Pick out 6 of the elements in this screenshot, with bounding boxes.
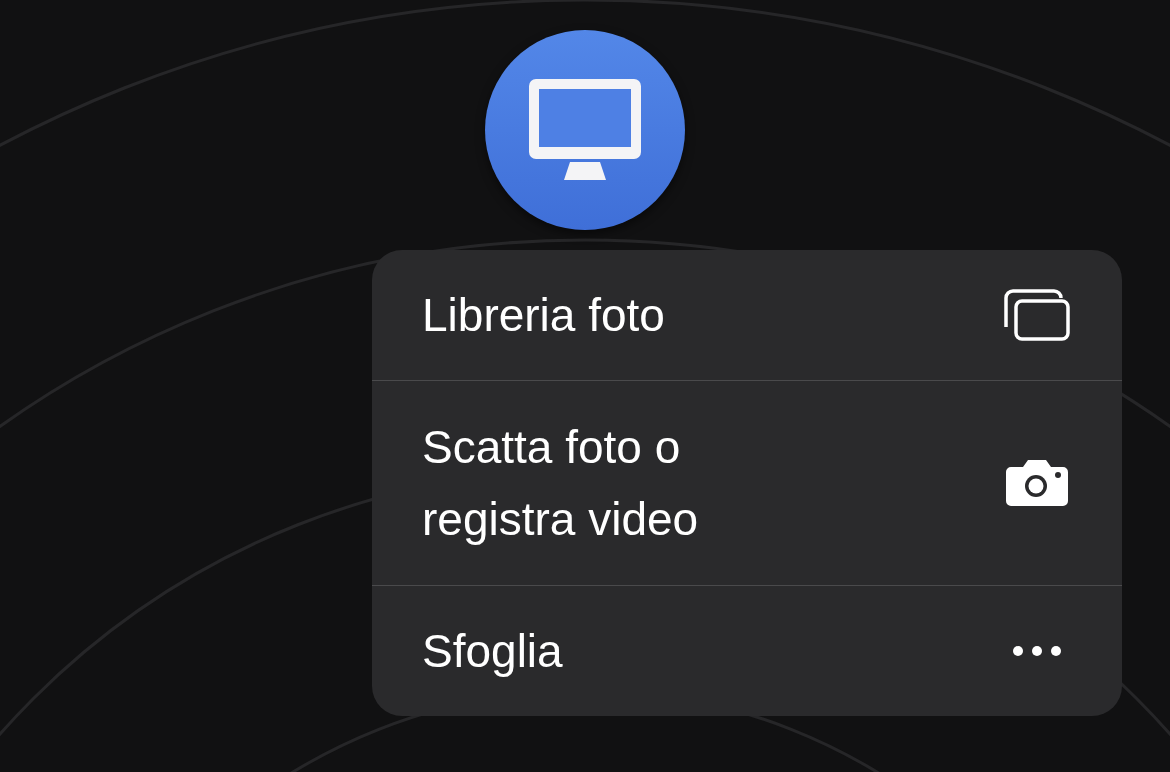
menu-item[interactable]: Sfoglia (372, 585, 1122, 716)
camera-icon (1005, 459, 1069, 507)
menu-item[interactable]: Libreria foto (372, 250, 1122, 380)
more-icon (1012, 645, 1062, 657)
photo-stack-icon (1004, 289, 1070, 341)
menu-item[interactable]: Scatta foto o registra video (372, 380, 1122, 585)
